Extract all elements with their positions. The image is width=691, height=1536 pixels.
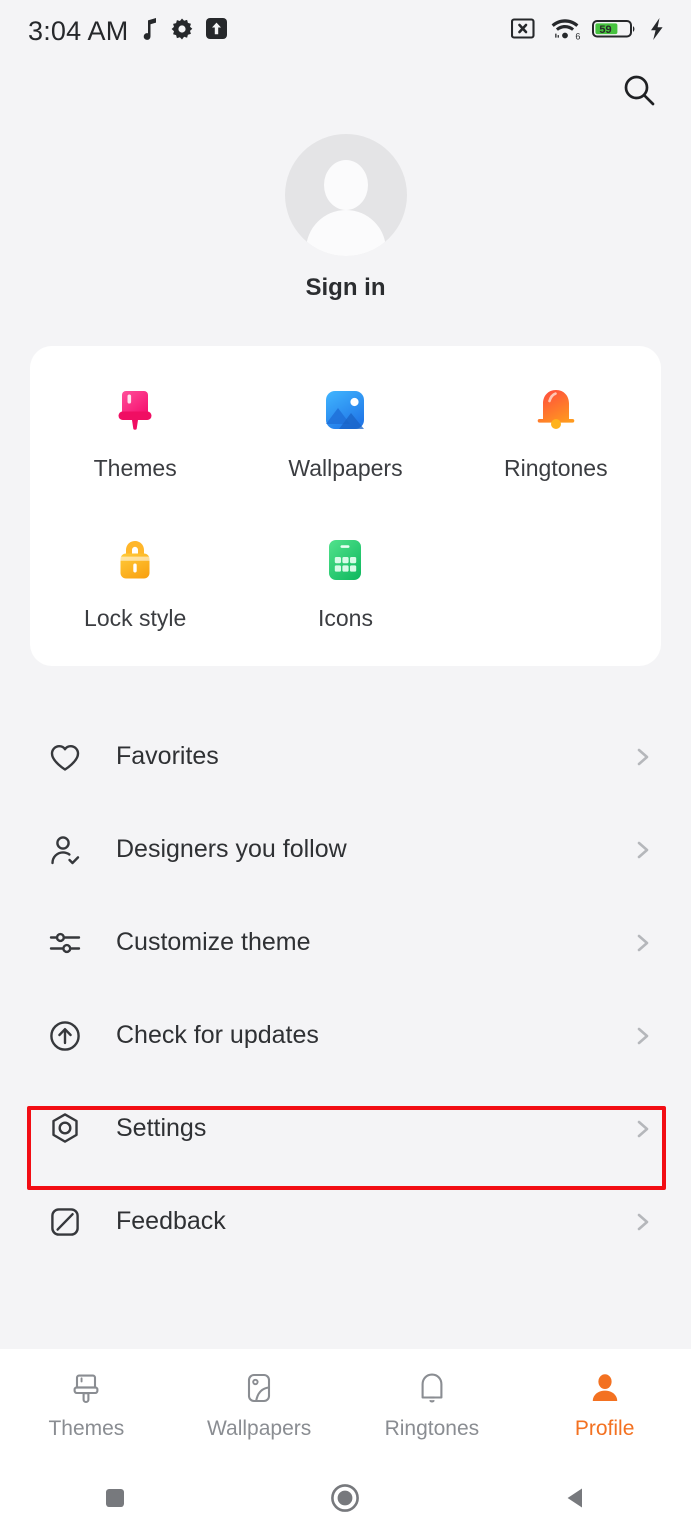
charging-bolt-icon xyxy=(649,17,665,46)
nut-gear-icon xyxy=(46,1110,84,1148)
shortcut-card: Themes Wallpapers Ringtones Lock style I… xyxy=(30,346,661,666)
shortcut-label: Icons xyxy=(318,605,373,631)
tab-wallpapers[interactable]: Wallpapers xyxy=(173,1369,346,1441)
battery-icon: 59 xyxy=(592,17,638,45)
menu-list: Favorites Designers you follow Customize… xyxy=(0,710,691,1268)
app-header xyxy=(0,62,691,124)
padlock-icon xyxy=(109,534,161,586)
shortcut-label: Lock style xyxy=(84,605,187,631)
brush-outline-icon xyxy=(67,1369,105,1407)
bell-icon xyxy=(530,384,582,436)
search-icon[interactable] xyxy=(617,68,661,117)
shortcut-lock-style[interactable]: Lock style xyxy=(30,534,240,632)
square-icon[interactable] xyxy=(0,1483,230,1513)
tab-ringtones[interactable]: Ringtones xyxy=(346,1369,519,1441)
sim-off-icon xyxy=(510,17,540,45)
tab-profile[interactable]: Profile xyxy=(518,1369,691,1441)
tab-label: Ringtones xyxy=(384,1416,480,1440)
shortcut-ringtones[interactable]: Ringtones xyxy=(451,384,661,482)
shortcut-icons[interactable]: Icons xyxy=(240,534,450,632)
sign-in-label[interactable]: Sign in xyxy=(306,274,386,302)
menu-row-label: Settings xyxy=(116,1114,207,1142)
shortcut-row: Lock style Icons xyxy=(30,534,661,632)
upload-box-icon xyxy=(205,17,228,45)
default-avatar-icon[interactable] xyxy=(284,134,407,256)
music-note-icon xyxy=(139,17,159,46)
image-icon xyxy=(319,384,371,436)
profile-block[interactable]: Sign in xyxy=(0,124,691,302)
paint-brush-icon xyxy=(109,384,161,436)
menu-row-favorites[interactable]: Favorites xyxy=(0,710,691,803)
person-check-icon xyxy=(46,831,84,869)
chevron-right-icon xyxy=(633,1026,653,1046)
menu-row-label: Designers you follow xyxy=(116,835,347,863)
menu-row-label: Customize theme xyxy=(116,928,311,956)
tab-label: Profile xyxy=(574,1416,635,1440)
shortcut-row: Themes Wallpapers Ringtones xyxy=(30,384,661,482)
tab-label: Wallpapers xyxy=(206,1416,312,1440)
chevron-right-icon xyxy=(633,933,653,953)
tab-label: Themes xyxy=(48,1416,125,1440)
shortcut-label: Ringtones xyxy=(504,455,608,481)
tab-themes[interactable]: Themes xyxy=(0,1369,173,1441)
bottom-tab-bar: Themes Wallpapers Ringtones Profile xyxy=(0,1349,691,1460)
shortcut-label: Themes xyxy=(93,455,177,481)
shortcut-themes[interactable]: Themes xyxy=(30,384,240,482)
edit-square-icon xyxy=(46,1203,84,1241)
chevron-right-icon xyxy=(633,1119,653,1139)
app-grid-icon xyxy=(319,534,371,586)
chevron-right-icon xyxy=(633,840,653,860)
circle-icon[interactable] xyxy=(230,1481,460,1515)
status-clock: 3:04 AM xyxy=(28,15,129,46)
menu-row-check-for-updates[interactable]: Check for updates xyxy=(0,989,691,1082)
battery-percent-text: 59 xyxy=(599,24,611,36)
avatar-body xyxy=(305,210,386,256)
heart-icon xyxy=(46,738,84,776)
menu-row-label: Check for updates xyxy=(116,1021,319,1049)
shortcut-wallpapers[interactable]: Wallpapers xyxy=(240,384,450,482)
menu-row-label: Feedback xyxy=(116,1207,226,1235)
chevron-right-icon xyxy=(633,1212,653,1232)
arrow-up-circle-icon xyxy=(46,1017,84,1055)
triangle-left-icon[interactable] xyxy=(461,1483,691,1513)
menu-row-settings[interactable]: Settings xyxy=(0,1082,691,1175)
menu-row-feedback[interactable]: Feedback xyxy=(0,1175,691,1268)
sliders-icon xyxy=(46,924,84,962)
status-bar-right: 6 59 xyxy=(510,16,665,47)
status-bar: 3:04 AM 6 59 xyxy=(0,0,691,62)
svg-text:6: 6 xyxy=(575,31,580,41)
menu-row-label: Favorites xyxy=(116,742,219,770)
status-bar-left: 3:04 AM xyxy=(28,16,228,47)
shortcut-label: Wallpapers xyxy=(288,455,403,481)
wifi-6-icon: 6 xyxy=(551,16,581,47)
chevron-right-icon xyxy=(633,747,653,767)
avatar-head xyxy=(323,160,368,210)
bell-outline-icon xyxy=(413,1369,451,1407)
system-nav-bar xyxy=(0,1460,691,1536)
person-filled-icon xyxy=(586,1369,624,1407)
menu-row-customize-theme[interactable]: Customize theme xyxy=(0,896,691,989)
gear-icon xyxy=(170,17,194,46)
image-outline-icon xyxy=(240,1369,278,1407)
menu-row-designers-you-follow[interactable]: Designers you follow xyxy=(0,803,691,896)
